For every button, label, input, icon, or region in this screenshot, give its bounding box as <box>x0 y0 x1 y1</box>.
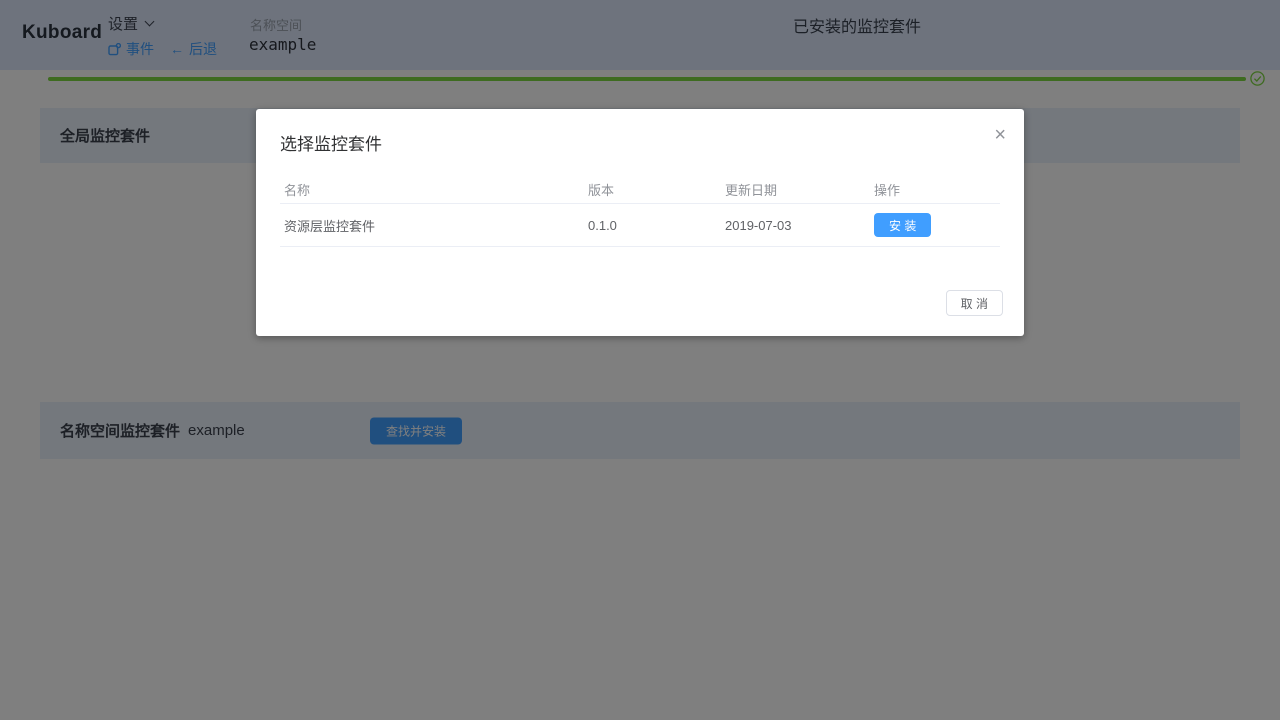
monitor-suite-table: 名称 版本 更新日期 操作 资源层监控套件 0.1.0 2019-07-03 安… <box>280 175 1000 247</box>
dialog-title: 选择监控套件 <box>280 130 382 155</box>
table-header-row: 名称 版本 更新日期 操作 <box>280 175 1000 204</box>
column-header-action: 操作 <box>874 180 1000 199</box>
column-header-updated: 更新日期 <box>725 180 874 199</box>
select-monitor-suite-dialog: 选择监控套件 × 名称 版本 更新日期 操作 资源层监控套件 0.1.0 201… <box>256 109 1024 336</box>
suite-updated-cell: 2019-07-03 <box>725 218 874 233</box>
kuboard-screen: Kuboard 设置 事件 ← 后退 名称空间 example 已安装的监控套件 <box>0 0 1280 720</box>
close-icon[interactable]: × <box>990 121 1010 149</box>
install-button[interactable]: 安 装 <box>874 213 931 237</box>
modal-backdrop[interactable] <box>0 0 1280 720</box>
column-header-version: 版本 <box>588 180 725 199</box>
suite-version-cell: 0.1.0 <box>588 218 725 233</box>
suite-action-cell: 安 装 <box>874 213 1000 237</box>
table-row: 资源层监控套件 0.1.0 2019-07-03 安 装 <box>280 204 1000 247</box>
suite-name-cell: 资源层监控套件 <box>280 216 588 235</box>
cancel-button[interactable]: 取 消 <box>946 290 1003 316</box>
column-header-name: 名称 <box>280 180 588 199</box>
